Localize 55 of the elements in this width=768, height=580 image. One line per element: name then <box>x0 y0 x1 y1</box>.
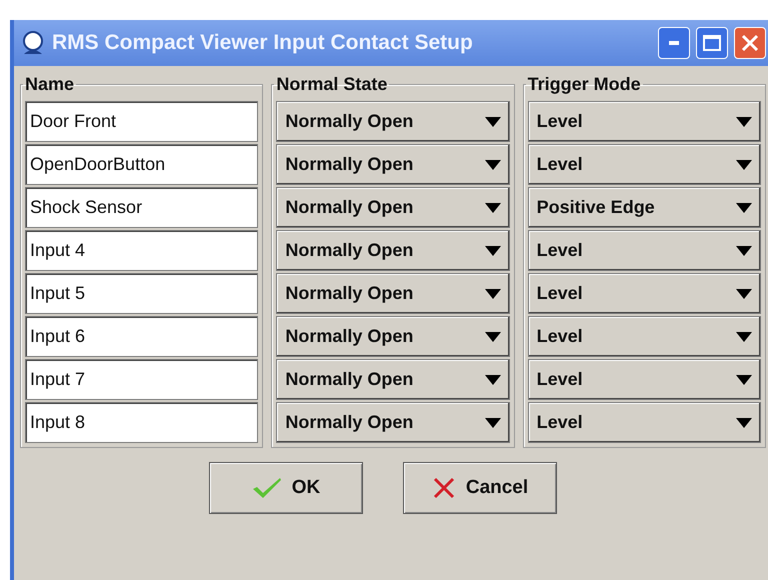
dropdown[interactable]: Normally Open <box>276 273 510 314</box>
dropdown[interactable]: Level <box>528 359 761 400</box>
app-icon <box>20 30 46 56</box>
dropdown-arrow-icon <box>484 374 501 384</box>
input-field[interactable]: OpenDoorButton <box>25 144 258 185</box>
input-field[interactable]: Shock Sensor <box>25 187 258 228</box>
dropdown-arrow-icon <box>484 116 501 126</box>
dropdown-arrow-icon <box>484 332 501 342</box>
group-title: Normal State <box>275 74 388 95</box>
group-title: Name <box>24 74 76 95</box>
dropdown[interactable]: Level <box>528 101 761 142</box>
maximize-icon <box>703 35 721 51</box>
dropdown[interactable]: Normally Open <box>276 101 510 142</box>
close-icon <box>432 476 456 500</box>
dropdown-arrow-icon <box>736 418 752 428</box>
input-field[interactable]: Input 5 <box>25 273 258 314</box>
dropdown[interactable]: Normally Open <box>276 359 510 400</box>
input-field[interactable]: Input 6 <box>25 316 258 357</box>
dropdown-arrow-icon <box>736 160 752 170</box>
dropdown[interactable]: Level <box>528 230 761 271</box>
dropdown-arrow-icon <box>484 246 501 256</box>
input-field[interactable]: Input 8 <box>25 402 258 443</box>
minimize-button[interactable] <box>658 27 690 59</box>
dropdown-arrow-icon <box>484 288 501 298</box>
dropdown[interactable]: Level <box>528 144 761 185</box>
window-title: RMS Compact Viewer Input Contact Setup <box>52 31 474 55</box>
dropdown-arrow-icon <box>736 202 752 212</box>
close-button[interactable] <box>734 27 766 59</box>
dropdown[interactable]: Level <box>528 273 761 314</box>
input-field[interactable]: Input 4 <box>25 230 258 271</box>
input-field[interactable]: Input 7 <box>25 359 258 400</box>
ok-button[interactable]: OK <box>209 462 363 514</box>
cancel-button[interactable]: Cancel <box>403 462 557 514</box>
dropdown[interactable]: Normally Open <box>276 144 510 185</box>
input-field[interactable]: Door Front <box>25 101 258 142</box>
dropdown[interactable]: Normally Open <box>276 316 510 357</box>
dropdown-arrow-icon <box>736 246 752 256</box>
dropdown[interactable]: Positive Edge <box>528 187 761 228</box>
dropdown-arrow-icon <box>736 374 752 384</box>
close-icon <box>741 34 759 52</box>
minimize-icon <box>669 41 679 45</box>
dropdown[interactable]: Level <box>528 316 761 357</box>
dropdown[interactable]: Normally Open <box>276 187 510 228</box>
dropdown-arrow-icon <box>484 418 501 428</box>
maximize-button[interactable] <box>696 27 728 59</box>
dropdown-arrow-icon <box>736 116 752 126</box>
group-title: Trigger Mode <box>526 74 642 95</box>
dropdown-arrow-icon <box>484 160 501 170</box>
dropdown[interactable]: Level <box>528 402 761 443</box>
checkmark-icon <box>252 477 282 499</box>
dropdown-arrow-icon <box>484 202 501 212</box>
dropdown[interactable]: Normally Open <box>276 230 510 271</box>
dropdown-arrow-icon <box>736 288 752 298</box>
dropdown-arrow-icon <box>736 332 752 342</box>
dropdown[interactable]: Normally Open <box>276 402 510 443</box>
